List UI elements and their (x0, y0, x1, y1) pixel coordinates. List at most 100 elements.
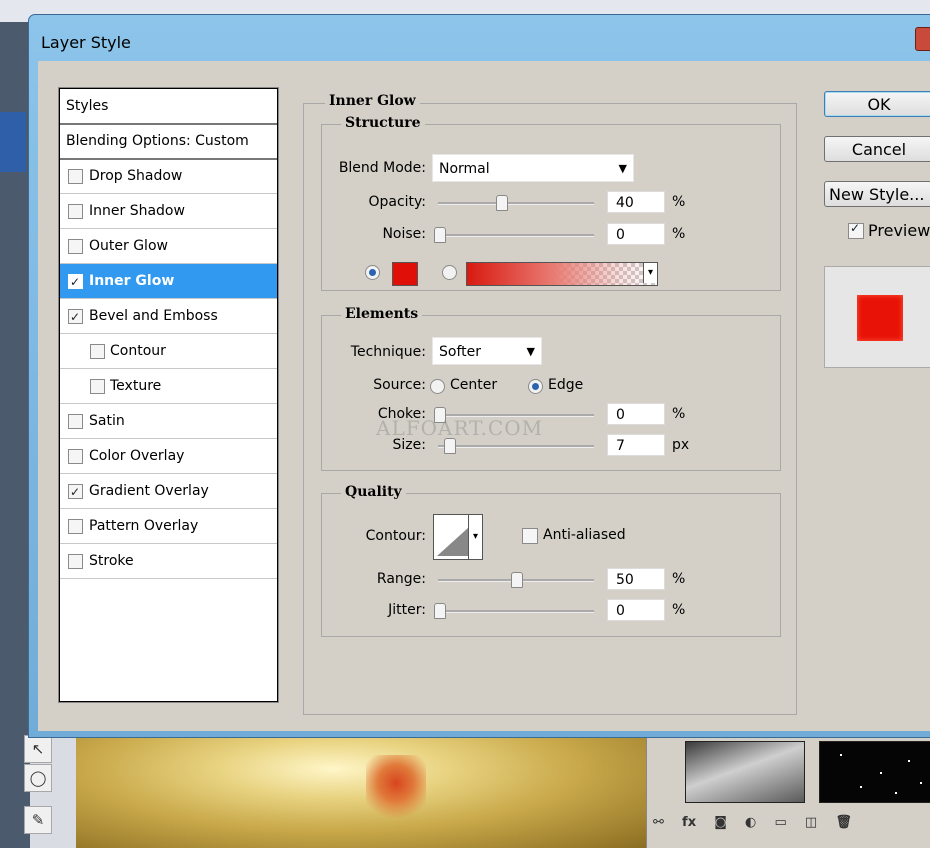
preview-checkbox[interactable]: ✓ (848, 221, 864, 239)
style-preview-swatch (857, 295, 903, 341)
style-checkbox[interactable] (68, 519, 83, 534)
fx-icon[interactable]: fx (682, 815, 696, 830)
size-slider[interactable] (438, 438, 594, 454)
layer-mask-thumbnail[interactable] (819, 741, 930, 803)
anti-aliased-label: Anti-aliased (543, 527, 626, 543)
range-unit: % (672, 571, 686, 587)
jitter-slider[interactable] (434, 603, 594, 619)
style-item-drop-shadow[interactable]: Drop Shadow (60, 159, 277, 194)
style-item-label: Bevel and Emboss (89, 308, 218, 324)
glow-color-swatch[interactable] (392, 262, 418, 286)
ellipse-tool-icon[interactable]: ◯ (24, 764, 52, 792)
style-item-styles[interactable]: Styles (60, 89, 277, 125)
style-checkbox[interactable] (68, 475, 83, 509)
notes-tool-icon[interactable]: ✎ (24, 806, 52, 834)
anti-aliased-checkbox[interactable] (522, 528, 538, 544)
style-checkbox[interactable] (68, 204, 83, 219)
style-checkbox[interactable] (68, 449, 83, 464)
gradient-dropdown-icon[interactable]: ▾ (643, 263, 657, 283)
style-checkbox[interactable] (68, 265, 83, 299)
adjustment-layer-icon[interactable]: ◐ (745, 815, 756, 830)
new-group-icon[interactable]: ▭ (774, 815, 786, 830)
technique-value: Softer (439, 344, 481, 360)
noise-input[interactable]: 0 (607, 223, 665, 245)
style-item-color-overlay[interactable]: Color Overlay (60, 439, 277, 474)
style-item-label: Texture (110, 378, 162, 394)
ok-button[interactable]: OK (824, 91, 930, 117)
jitter-input[interactable]: 0 (607, 599, 665, 621)
solid-color-radio[interactable] (365, 265, 380, 280)
chevron-down-icon: ▼ (618, 162, 627, 175)
technique-select[interactable]: Softer ▼ (432, 337, 542, 365)
layers-panel: ⚯ fx ◙ ◐ ▭ ◫ 🗑 (646, 735, 930, 848)
canvas-image[interactable] (76, 735, 646, 848)
link-layers-icon[interactable]: ⚯ (653, 815, 664, 830)
noise-slider[interactable] (434, 227, 594, 243)
jitter-label: Jitter: (388, 602, 426, 618)
layer-thumbnail[interactable] (685, 741, 805, 803)
size-label: Size: (392, 437, 426, 453)
range-slider-handle[interactable] (511, 572, 523, 588)
choke-unit: % (672, 406, 686, 422)
size-input[interactable]: 7 (607, 434, 665, 456)
source-edge-radio[interactable] (528, 379, 543, 394)
jitter-unit: % (672, 602, 686, 618)
close-icon[interactable] (915, 27, 930, 51)
style-item-inner-glow[interactable]: Inner Glow (60, 264, 277, 299)
style-item-outer-glow[interactable]: Outer Glow (60, 229, 277, 264)
noise-slider-handle[interactable] (434, 227, 446, 243)
style-item-contour[interactable]: Contour (60, 334, 277, 369)
source-center-radio[interactable] (430, 379, 445, 394)
layers-panel-toolbar: ⚯ fx ◙ ◐ ▭ ◫ 🗑 (653, 815, 930, 837)
dialog-client-area: Styles Blending Options: Custom Drop Shado… (38, 61, 930, 731)
contour-label: Contour: (365, 528, 426, 544)
source-center-label: Center (450, 377, 498, 393)
style-item-label: Outer Glow (89, 238, 168, 254)
style-checkbox[interactable] (68, 169, 83, 184)
style-item-gradient-overlay[interactable]: Gradient Overlay (60, 474, 277, 509)
opacity-slider-handle[interactable] (496, 195, 508, 211)
blend-mode-label: Blend Mode: (338, 160, 426, 176)
opacity-slider[interactable] (438, 195, 594, 211)
size-slider-handle[interactable] (444, 438, 456, 454)
glow-gradient-picker[interactable]: ▾ (466, 262, 658, 286)
style-item-label: Blending Options: Custom (66, 133, 249, 149)
blend-mode-select[interactable]: Normal ▼ (432, 154, 634, 182)
new-layer-icon[interactable]: ◫ (805, 815, 817, 830)
style-item-label: Satin (89, 413, 125, 429)
style-checkbox[interactable] (68, 414, 83, 429)
style-item-label: Inner Glow (89, 273, 175, 289)
style-item-blending-options-custom[interactable]: Blending Options: Custom (60, 124, 277, 160)
style-checkbox[interactable] (68, 300, 83, 334)
style-item-texture[interactable]: Texture (60, 369, 277, 404)
source-label: Source: (373, 377, 426, 393)
delete-layer-icon[interactable]: 🗑 (835, 815, 852, 830)
preview-label: Preview (868, 221, 930, 240)
inner-glow-title: Inner Glow (325, 93, 420, 109)
gradient-radio[interactable] (442, 265, 457, 280)
move-tool-icon[interactable]: ↖ (24, 735, 52, 763)
style-item-stroke[interactable]: Stroke (60, 544, 277, 579)
jitter-slider-handle[interactable] (434, 603, 446, 619)
add-mask-icon[interactable]: ◙ (714, 815, 727, 830)
range-input[interactable]: 50 (607, 568, 665, 590)
opacity-input[interactable]: 40 (607, 191, 665, 213)
style-item-label: Color Overlay (89, 448, 185, 464)
style-checkbox[interactable] (68, 239, 83, 254)
style-item-satin[interactable]: Satin (60, 404, 277, 439)
style-checkbox[interactable] (90, 379, 105, 394)
contour-dropdown-icon[interactable]: ▾ (468, 515, 482, 559)
app-toolbar-strip (0, 22, 30, 848)
choke-input[interactable]: 0 (607, 403, 665, 425)
style-item-bevel-and-emboss[interactable]: Bevel and Emboss (60, 299, 277, 334)
style-item-inner-shadow[interactable]: Inner Shadow (60, 194, 277, 229)
contour-picker[interactable]: ▾ (433, 514, 483, 560)
cancel-button[interactable]: Cancel (824, 136, 930, 162)
style-preview (824, 266, 930, 368)
style-item-pattern-overlay[interactable]: Pattern Overlay (60, 509, 277, 544)
new-style-button[interactable]: New Style... (824, 181, 930, 207)
style-checkbox[interactable] (90, 344, 105, 359)
range-slider[interactable] (438, 572, 594, 588)
dialog-title: Layer Style (41, 33, 131, 52)
style-checkbox[interactable] (68, 554, 83, 569)
